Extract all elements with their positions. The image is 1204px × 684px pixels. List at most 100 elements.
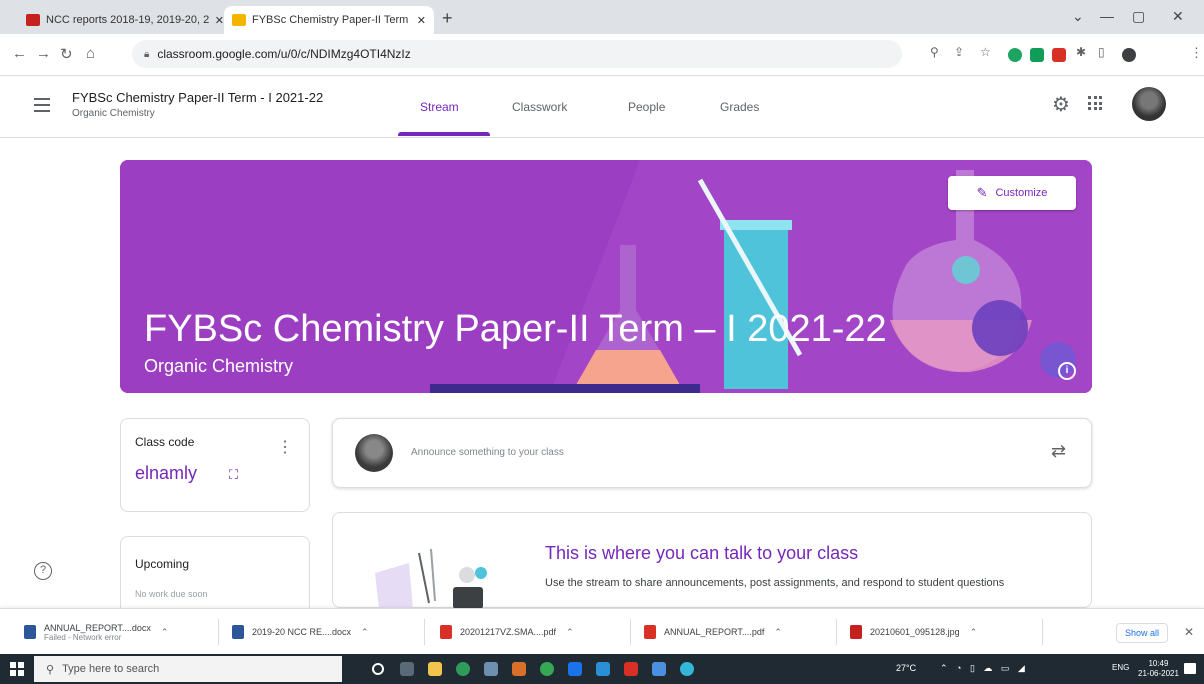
address-bar[interactable]: 🔒︎ classroom.google.com/u/0/c/NDIMzg4OTI… [132,40,902,68]
tab-classwork[interactable]: Classwork [512,100,567,114]
stream-empty-body: Use the stream to share announcements, p… [545,577,1005,589]
close-downloads-icon[interactable]: ✕ [1184,625,1194,639]
download-item[interactable]: 20210601_095128.jpg ⌃ [850,615,977,649]
chrome-icon[interactable] [540,662,554,676]
settings-gear-icon[interactable]: ⚙ [1052,92,1070,117]
account-avatar[interactable] [1132,87,1166,121]
info-icon[interactable]: i [1058,362,1076,380]
back-arrow-icon[interactable]: ← [12,45,27,62]
classroom-favicon-icon [232,14,246,26]
home-icon[interactable]: ⌂ [86,45,95,62]
language-indicator[interactable]: ENG [1112,663,1129,672]
weather-temperature[interactable]: 27°C [896,663,916,673]
notification-icon[interactable] [1184,663,1196,674]
more-options-icon[interactable]: ⋮ [277,437,293,457]
tab-search-icon[interactable]: ⌄ [1072,8,1084,25]
reload-icon[interactable]: ↻ [60,45,73,63]
system-tray-icons[interactable]: ⌃ ◔ ▯ ☁ ▭ ◢ [940,663,1028,674]
photos-icon[interactable] [652,662,666,676]
chevron-up-icon[interactable]: ⌃ [161,627,169,638]
edge-icon[interactable] [456,662,470,676]
repost-icon[interactable]: ⇄ [1051,441,1066,462]
fullscreen-icon[interactable]: ⛶ [229,467,238,483]
file-explorer-icon[interactable] [428,662,442,676]
download-filename: 20201217VZ.SMA....pdf [460,627,557,637]
url-text: classroom.google.com/u/0/c/NDIMzg4OTI4Nz… [157,47,411,61]
tab-title: NCC reports 2018-19, 2019-20, 2… [46,14,209,26]
tab-stream[interactable]: Stream [420,100,459,114]
extension-red-icon[interactable] [1052,48,1066,62]
search-icon: ⚲ [46,663,55,676]
side-panel-icon[interactable]: ▯ [1098,45,1105,59]
download-filename: ANNUAL_REPORT....pdf [664,627,765,637]
close-window-button[interactable]: ✕ [1172,8,1184,25]
extension-sheets-icon[interactable] [1030,48,1044,62]
chevron-up-icon[interactable]: ⌃ [774,627,782,638]
customize-label: Customize [995,187,1048,199]
pdf-file-icon [440,625,452,639]
windows-start-icon[interactable] [10,662,24,676]
chevron-up-icon[interactable]: ⌃ [566,627,574,638]
chevron-up-icon[interactable]: ⌃ [970,627,978,638]
profile-avatar-icon[interactable] [1122,48,1136,62]
bookmark-star-icon[interactable]: ☆ [980,45,991,59]
download-status: Failed - Network error [44,632,122,642]
word-icon[interactable] [568,662,582,676]
extensions-puzzle-icon[interactable]: ✱ [1076,45,1086,59]
word-file-icon [232,625,244,639]
google-apps-icon[interactable] [1088,96,1102,110]
downloads-bar: ANNUAL_REPORT....docx Failed - Network e… [0,608,1204,654]
download-filename: 20210601_095128.jpg [870,627,960,637]
forward-arrow-icon[interactable]: → [36,45,51,62]
class-code-card: Class code ⋮ elnamly ⛶ [120,418,310,512]
share-icon[interactable]: ⇪ [954,45,964,59]
browser-tab-ncc-reports[interactable]: NCC reports 2018-19, 2019-20, 2… ✕ [18,6,232,34]
close-tab-icon[interactable]: ✕ [215,14,224,27]
tab-grades[interactable]: Grades [720,100,759,114]
class-title[interactable]: FYBSc Chemistry Paper-II Term - I 2021-2… [72,90,323,105]
class-code-value: elnamly [135,463,198,483]
hamburger-menu-icon[interactable] [34,98,50,116]
tab-title: FYBSc Chemistry Paper-II Term [252,14,409,26]
clock[interactable]: 10:49 21-06-2021 [1138,659,1179,679]
browser-icon[interactable] [680,662,694,676]
avatar [355,434,393,472]
upcoming-note: No work due soon [135,589,208,599]
browser-tab-classroom[interactable]: FYBSc Chemistry Paper-II Term ✕ [224,6,434,34]
divider [218,619,219,645]
divider [424,619,425,645]
stream-empty-title: This is where you can talk to your class [545,543,859,563]
banner-title: FYBSc Chemistry Paper-II Term – I 2021-2… [144,308,887,350]
cortana-icon[interactable] [372,663,384,675]
zoom-icon[interactable]: ⚲ [930,45,939,59]
pencil-icon: ✎ [976,185,988,200]
download-item[interactable]: 20201217VZ.SMA....pdf ⌃ [440,615,574,649]
announce-card[interactable]: Announce something to your class ⇄ [332,418,1092,488]
customize-button[interactable]: ✎ Customize [948,176,1076,210]
help-icon[interactable]: ? [34,562,52,580]
extension-green-icon[interactable] [1008,48,1022,62]
show-all-downloads-button[interactable]: Show all [1116,623,1168,643]
store-icon[interactable] [596,662,610,676]
close-tab-icon[interactable]: ✕ [417,14,426,27]
announce-input[interactable]: Announce something to your class [411,447,564,458]
acrobat-icon[interactable] [624,662,638,676]
maximize-button[interactable]: ▢ [1132,8,1145,25]
taskbar-search-box[interactable]: ⚲ Type here to search [34,656,342,682]
class-banner: FYBSc Chemistry Paper-II Term – I 2021-2… [120,160,1092,393]
word-file-icon [24,625,36,639]
task-view-icon[interactable] [400,662,414,676]
download-item[interactable]: ANNUAL_REPORT....docx Failed - Network e… [24,615,168,649]
browser-menu-icon[interactable]: ⋮ [1190,45,1203,61]
image-file-icon [850,625,862,639]
tab-people[interactable]: People [628,100,665,114]
firefox-icon[interactable] [512,662,526,676]
download-text: ANNUAL_REPORT....docx Failed - Network e… [44,623,151,642]
stream-empty-card: This is where you can talk to your class… [332,512,1092,609]
app-icon[interactable] [484,662,498,676]
download-item[interactable]: ANNUAL_REPORT....pdf ⌃ [644,615,782,649]
chevron-up-icon[interactable]: ⌃ [361,627,369,638]
download-item[interactable]: 2019-20 NCC RE....docx ⌃ [232,615,369,649]
minimize-button[interactable]: — [1100,8,1114,24]
new-tab-button[interactable]: + [442,8,453,29]
